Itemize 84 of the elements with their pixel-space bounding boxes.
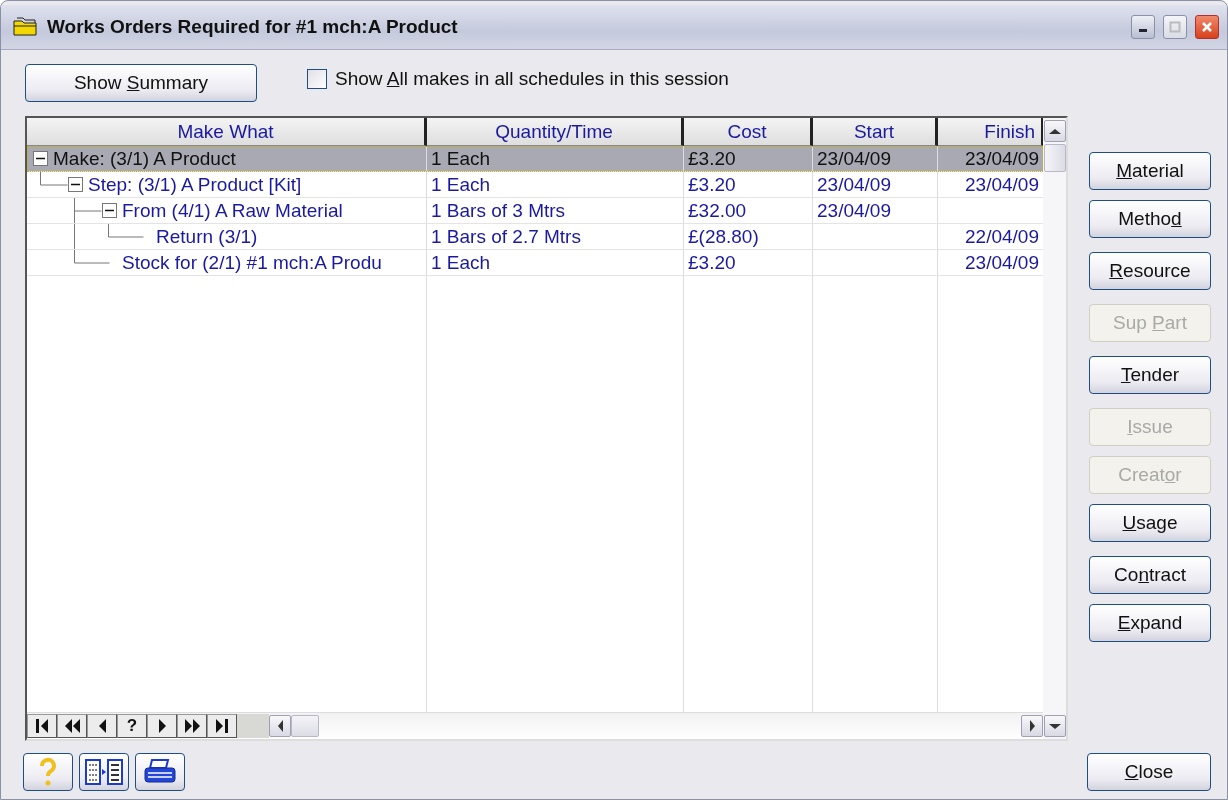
start-cell: 23/04/09 — [817, 147, 891, 170]
tree-row[interactable]: Stock for (2/1) #1 mch:A Produ 1 Each £3.20 23/04/09 — [27, 250, 1043, 276]
side-button[interactable]: Contract — [1089, 556, 1211, 594]
quantity-cell: 1 Each — [431, 251, 491, 274]
make-what-cell: Make: (3/1) A Product — [53, 147, 236, 170]
tree-row[interactable]: Make: (3/1) A Product 1 Each £3.20 23/04/09 23/04/09 — [27, 146, 1043, 172]
minimize-button[interactable] — [1131, 15, 1155, 39]
question-mark-icon — [38, 757, 58, 787]
down-arrow-icon — [1049, 723, 1061, 729]
scroll-up-button[interactable] — [1044, 120, 1066, 142]
skip-start-icon — [36, 719, 48, 733]
make-what-cell: Stock for (2/1) #1 mch:A Produ — [122, 251, 382, 274]
scroll-left-button[interactable] — [269, 715, 291, 737]
previous-record-button[interactable] — [87, 714, 117, 738]
maximize-icon — [1169, 21, 1181, 33]
finish-cell: 23/04/09 — [965, 173, 1039, 196]
cost-cell: £32.00 — [688, 199, 747, 222]
previous-page-button[interactable] — [57, 714, 87, 738]
quantity-cell: 1 Each — [431, 147, 491, 170]
double-right-arrow-icon — [184, 719, 200, 733]
tree-row[interactable]: Return (3/1) 1 Bars of 2.7 Mtrs £(28.80) 22/04/09 — [27, 224, 1043, 250]
horizontal-scroll-thumb[interactable] — [291, 715, 319, 737]
quantity-cell: 1 Bars of 3 Mtrs — [431, 199, 566, 222]
vertical-scroll-thumb[interactable] — [1044, 144, 1066, 172]
finish-cell: 23/04/09 — [965, 251, 1039, 274]
window-title: Works Orders Required for #1 mch:A Product — [47, 16, 459, 38]
maximize-button[interactable] — [1163, 15, 1187, 39]
collapse-toggle[interactable] — [33, 151, 48, 166]
start-cell: 23/04/09 — [817, 199, 891, 222]
close-icon — [1201, 21, 1213, 33]
column-header[interactable]: Quantity/Time — [427, 118, 684, 146]
left-arrow-icon — [98, 719, 106, 733]
column-header[interactable]: Cost — [684, 118, 813, 146]
help-button[interactable] — [23, 753, 73, 791]
close-dialog-button[interactable]: Close — [1087, 753, 1211, 791]
side-button[interactable]: Tender — [1089, 356, 1211, 394]
close-button[interactable] — [1195, 15, 1219, 39]
left-arrow-icon — [277, 720, 283, 732]
make-what-cell: Return (3/1) — [156, 225, 258, 248]
side-button[interactable]: Expand — [1089, 604, 1211, 642]
make-what-cell: From (4/1) A Raw Material — [122, 199, 343, 222]
tree-row[interactable]: From (4/1) A Raw Material 1 Bars of 3 Mtrs £32.00 23/04/09 — [27, 198, 1043, 224]
first-record-button[interactable] — [27, 714, 57, 738]
columns-button[interactable] — [79, 753, 129, 791]
cost-cell: £3.20 — [688, 173, 736, 196]
side-button[interactable]: Resource — [1089, 252, 1211, 290]
show-all-checkbox[interactable] — [307, 69, 327, 89]
print-button[interactable] — [135, 753, 185, 791]
quantity-cell: 1 Bars of 2.7 Mtrs — [431, 225, 581, 248]
side-button[interactable]: Usage — [1089, 504, 1211, 542]
side-button[interactable]: Method — [1089, 200, 1211, 238]
last-record-button[interactable] — [207, 714, 237, 738]
cost-cell: £(28.80) — [688, 225, 759, 248]
column-header[interactable]: Make What — [27, 118, 427, 146]
scroll-right-button[interactable] — [1021, 715, 1043, 737]
show-summary-button[interactable]: Show Summary — [25, 64, 257, 102]
finish-cell: 22/04/09 — [965, 225, 1039, 248]
quantity-cell: 1 Each — [431, 173, 491, 196]
skip-end-icon — [216, 719, 228, 733]
tree-line — [40, 172, 68, 186]
folder-icon — [13, 17, 39, 37]
double-left-arrow-icon — [64, 719, 80, 733]
column-header[interactable]: Start — [813, 118, 938, 146]
finish-cell: 23/04/09 — [965, 147, 1039, 170]
collapse-toggle[interactable] — [102, 203, 117, 218]
find-record-button[interactable]: ? — [117, 714, 147, 738]
tree-row[interactable]: Step: (3/1) A Product [Kit] 1 Each £3.20 23/04/09 23/04/09 — [27, 172, 1043, 198]
collapse-toggle[interactable] — [68, 177, 83, 192]
side-button[interactable]: Material — [1089, 152, 1211, 190]
start-cell: 23/04/09 — [817, 173, 891, 196]
cost-cell: £3.20 — [688, 147, 736, 170]
column-header[interactable]: Finish — [938, 118, 1044, 146]
columns-icon — [84, 758, 124, 786]
printer-icon — [142, 758, 178, 786]
cost-cell: £3.20 — [688, 251, 736, 274]
show-all-label: Show All makes in all schedules in this session — [335, 68, 729, 90]
make-what-cell: Step: (3/1) A Product [Kit] — [88, 173, 302, 196]
right-arrow-icon — [1029, 720, 1035, 732]
up-arrow-icon — [1049, 128, 1061, 134]
right-arrow-icon — [158, 719, 166, 733]
next-page-button[interactable] — [177, 714, 207, 738]
minimize-icon — [1139, 28, 1147, 32]
scroll-down-button[interactable] — [1044, 715, 1066, 737]
next-record-button[interactable] — [147, 714, 177, 738]
